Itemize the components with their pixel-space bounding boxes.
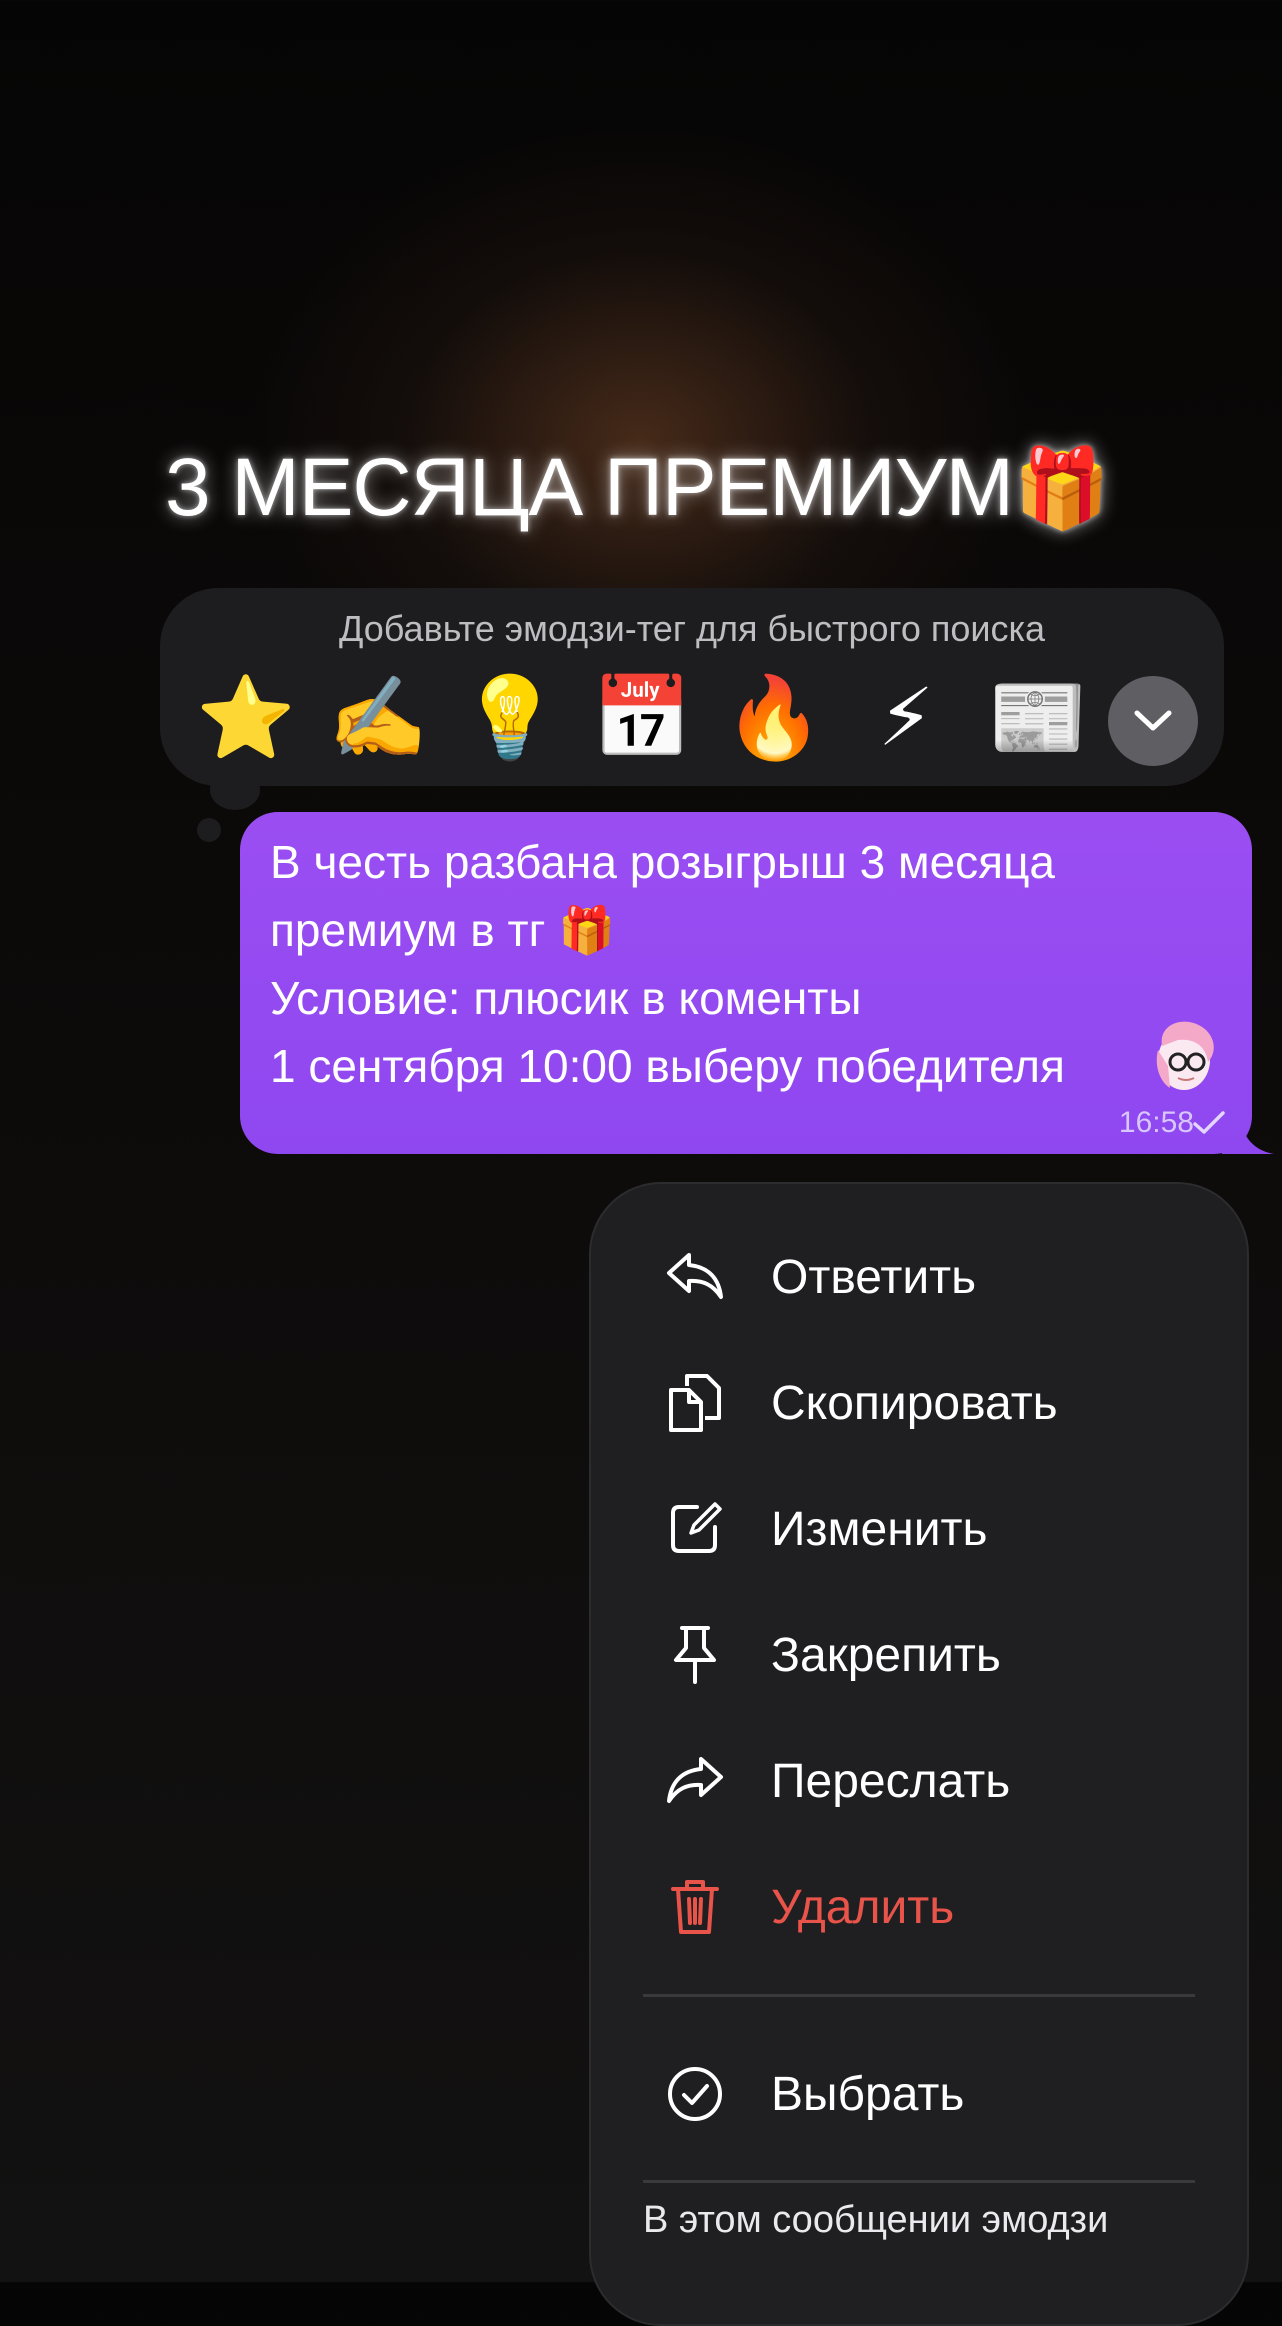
- message-time: 16:58: [1118, 1106, 1194, 1139]
- message-line: В честь разбана розыгрыш 3 месяца: [270, 836, 1056, 888]
- menu-item-label: Выбрать: [771, 2067, 965, 2121]
- reply-icon: [665, 1247, 725, 1307]
- message-context-menu: Ответить Скопировать Изменить Закрепить …: [589, 1182, 1249, 2326]
- gift-emoji: 🎁: [1012, 444, 1110, 532]
- emoji-lightning[interactable]: ⚡: [840, 668, 972, 768]
- menu-item-label: Ответить: [771, 1250, 977, 1304]
- menu-item-label: Закрепить: [771, 1628, 1001, 1682]
- menu-item-label: Скопировать: [771, 1376, 1058, 1430]
- emoji-pack-footnote[interactable]: В этом сообщении эмодзи: [643, 2199, 1108, 2242]
- menu-item-label: Переслать: [771, 1754, 1011, 1808]
- emoji-newspaper[interactable]: 📰: [972, 668, 1104, 768]
- menu-item-label: Удалить: [771, 1880, 955, 1934]
- menu-item-delete[interactable]: Удалить: [591, 1852, 1247, 1962]
- message-line: 1 сентября 10:00 выберу победителя: [270, 1040, 1065, 1092]
- edit-icon: [665, 1499, 725, 1559]
- emoji-tag-panel: Добавьте эмодзи-тег для быстрого поиска …: [160, 588, 1224, 786]
- emoji-row: ⭐ ✍️ 💡 📅 🔥 ⚡ 📰: [180, 668, 1104, 768]
- check-icon: [1193, 1111, 1225, 1134]
- pony-sticker-icon: [1156, 1021, 1214, 1090]
- menu-divider: [643, 2180, 1195, 2183]
- emoji-tag-hint: Добавьте эмодзи-тег для быстрого поиска: [338, 608, 1046, 649]
- menu-item-pin[interactable]: Закрепить: [591, 1600, 1247, 1710]
- menu-item-forward[interactable]: Переслать: [591, 1726, 1247, 1836]
- emoji-calendar[interactable]: 📅: [576, 668, 708, 768]
- menu-item-edit[interactable]: Изменить: [591, 1474, 1247, 1584]
- copy-icon: [665, 1373, 725, 1433]
- emoji-light-bulb[interactable]: 💡: [444, 668, 576, 768]
- trash-icon: [665, 1877, 725, 1937]
- premium-headline: 3 МЕСЯЦА ПРЕМИУМ🎁: [165, 438, 1110, 538]
- menu-item-label: Изменить: [771, 1502, 988, 1556]
- menu-item-copy[interactable]: Скопировать: [591, 1348, 1247, 1458]
- emoji-fire[interactable]: 🔥: [708, 668, 840, 768]
- headline-text: 3 МЕСЯЦА ПРЕМИУМ: [165, 442, 1014, 533]
- message-line: Условие: плюсик в коменты: [270, 972, 862, 1024]
- pin-icon: [665, 1625, 725, 1685]
- chevron-down-icon: [1134, 710, 1172, 731]
- menu-item-select[interactable]: Выбрать: [591, 2039, 1247, 2149]
- message-line: премиум в тг 🎁: [270, 904, 616, 956]
- emoji-star[interactable]: ⭐: [180, 668, 312, 768]
- check-circle-icon: [665, 2064, 725, 2124]
- reactions-tail-dot: [197, 818, 221, 842]
- menu-divider: [643, 1994, 1195, 1997]
- message-bubble[interactable]: В честь разбана розыгрыш 3 месяца премиу…: [240, 812, 1252, 1154]
- menu-item-reply[interactable]: Ответить: [591, 1222, 1247, 1332]
- emoji-writing-hand[interactable]: ✍️: [312, 668, 444, 768]
- expand-emoji-button[interactable]: [1108, 676, 1198, 766]
- forward-icon: [665, 1751, 725, 1811]
